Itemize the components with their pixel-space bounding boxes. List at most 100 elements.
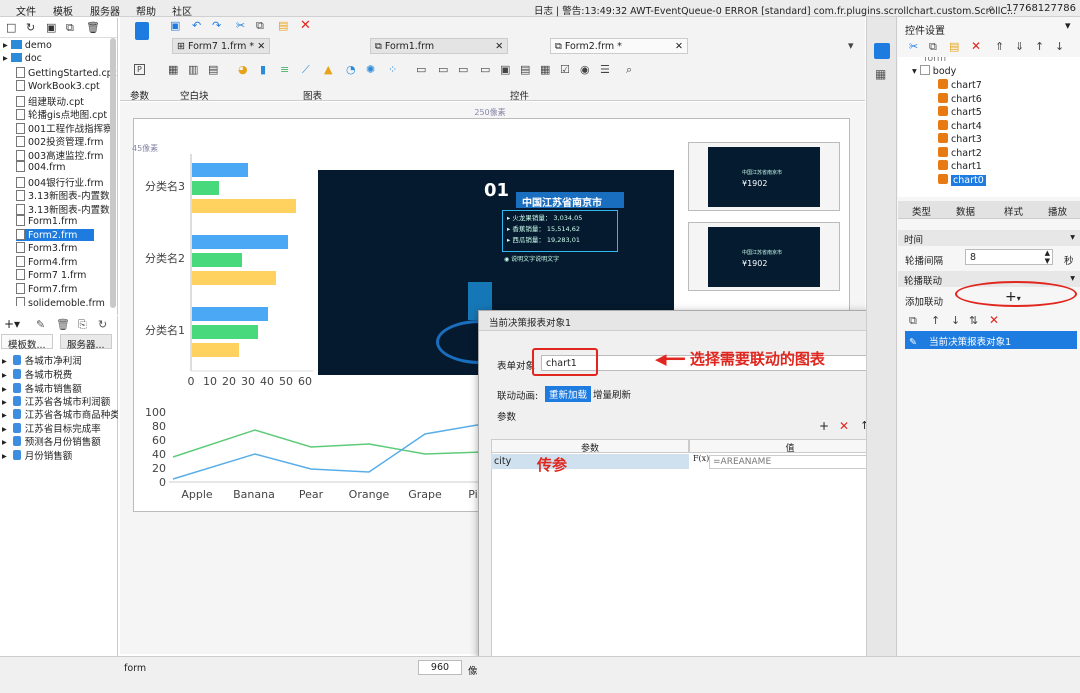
close-icon[interactable]: ✕ bbox=[675, 41, 683, 52]
bar-chart[interactable]: 分类名1 分类名2 分类名3 0 10 20 30 40 50 60 bbox=[133, 146, 316, 391]
line-chart[interactable]: 100806040200 Apple Banana Pear Orange Grape Pi bbox=[133, 402, 483, 512]
search-icon[interactable]: ⌕ bbox=[626, 63, 632, 77]
edit-icon[interactable]: ✎ bbox=[36, 318, 45, 331]
link-item[interactable]: ✎ 当前决策报表对象1 bbox=[905, 331, 1077, 349]
move-up-icon[interactable]: ↑ bbox=[931, 314, 940, 327]
close-icon[interactable]: ✕ bbox=[495, 41, 503, 52]
width-input[interactable]: 960 bbox=[418, 660, 462, 675]
sort-icon[interactable]: ⇅ bbox=[969, 314, 978, 327]
copy-icon[interactable]: ⧉ bbox=[66, 21, 74, 35]
bar-chart-icon[interactable]: ▮ bbox=[260, 63, 266, 76]
formula-icon[interactable]: F(x) bbox=[693, 454, 709, 463]
template-icon[interactable] bbox=[135, 22, 149, 40]
undo-icon[interactable]: ↶ bbox=[192, 19, 201, 32]
anim-reload-option[interactable]: 重新加载 bbox=[545, 386, 592, 402]
search-icon[interactable]: ⌕ bbox=[988, 1, 995, 16]
delete-icon[interactable]: 🗑 bbox=[56, 318, 70, 331]
move-up-icon[interactable]: ↑ bbox=[1035, 40, 1044, 53]
copy-icon[interactable]: ⧉ bbox=[256, 19, 264, 33]
layout-icon[interactable]: ▤ bbox=[208, 63, 218, 76]
dataset-item[interactable]: ▸ 月份销售额 bbox=[2, 448, 118, 462]
checkbox-icon[interactable]: ☑ bbox=[560, 63, 570, 76]
delete-icon[interactable]: ✕ bbox=[989, 313, 999, 327]
tree-item-body[interactable]: ▾ body bbox=[912, 65, 956, 77]
delete-icon[interactable]: ✕ bbox=[971, 39, 981, 53]
save-icon[interactable]: ▣ bbox=[170, 19, 180, 32]
tab-type[interactable]: 类型 bbox=[912, 204, 931, 218]
tree-item-chart6[interactable]: chart6 bbox=[938, 93, 982, 105]
dataset-item[interactable]: ▸ 江苏省各城市利润额 bbox=[2, 394, 118, 408]
copy-icon[interactable]: ⧉ bbox=[909, 314, 917, 328]
refresh-icon[interactable]: ↻ bbox=[26, 21, 35, 34]
tab-form1[interactable]: ⧉ Form1.frm ✕ bbox=[370, 38, 509, 54]
link-dialog[interactable]: 当前决策报表对象1 表单对象 chart1 ▾ ◀━━ 选择需要联动的图表 联动… bbox=[478, 310, 905, 680]
edit-icon[interactable]: ✎ bbox=[909, 337, 917, 348]
move-down-icon[interactable]: ↓ bbox=[1055, 40, 1064, 53]
tree-item-chart2[interactable]: chart2 bbox=[938, 147, 982, 159]
interval-stepper[interactable]: 8 ▲ ▼ bbox=[965, 249, 1053, 265]
add-icon[interactable]: + bbox=[819, 419, 829, 433]
param-widget-icon[interactable]: P bbox=[134, 64, 145, 75]
delete-icon[interactable]: 🗑 bbox=[86, 21, 100, 34]
tab-data[interactable]: 数据 bbox=[956, 204, 975, 218]
folder-demo[interactable]: ▸ demo bbox=[0, 40, 112, 53]
save-icon[interactable]: ▣ bbox=[46, 21, 56, 34]
param-cell[interactable]: city bbox=[491, 454, 689, 469]
log-status[interactable]: 日志 | 警告:13:49:32 AWT-EventQueue-0 ERROR … bbox=[534, 3, 1016, 17]
list-icon[interactable]: ▤ bbox=[520, 63, 530, 76]
user-phone[interactable]: 17768127786 bbox=[1006, 3, 1076, 14]
dataset-item[interactable]: ▸ 各城市净利润 bbox=[2, 353, 118, 367]
list-icon[interactable]: ☰ bbox=[600, 63, 610, 76]
tree-item-chart4[interactable]: chart4 bbox=[938, 120, 982, 132]
tab-server-data[interactable]: 服务器... bbox=[60, 334, 112, 351]
add-icon[interactable]: +▾ bbox=[4, 317, 20, 331]
radio-icon[interactable]: ◉ bbox=[580, 63, 590, 76]
tree-item-chart3[interactable]: chart3 bbox=[938, 133, 982, 145]
cut-icon[interactable]: ✂ bbox=[909, 40, 918, 53]
settings-icon[interactable] bbox=[874, 43, 890, 59]
area-chart-icon[interactable]: ▲ bbox=[324, 63, 332, 76]
pie-chart-icon[interactable]: ◕ bbox=[238, 63, 248, 76]
anim-incremental-option[interactable]: 增量刷新 bbox=[593, 387, 631, 401]
tab-menu-icon[interactable]: ▾ bbox=[848, 39, 854, 52]
tab-form7-1[interactable]: ⊞ Form7 1.frm * ✕ bbox=[172, 38, 271, 54]
move-top-icon[interactable]: ⇑ bbox=[995, 40, 1004, 53]
dataset-item[interactable]: ▸ 江苏省目标完成率 bbox=[2, 421, 118, 435]
menu-community[interactable]: 社区 bbox=[172, 3, 192, 18]
redo-icon[interactable]: ↷ bbox=[212, 19, 221, 32]
button-icon[interactable]: ▭ bbox=[458, 63, 468, 76]
menu-file[interactable]: 文件 bbox=[16, 3, 36, 18]
folder-doc[interactable]: ▸ doc bbox=[0, 53, 112, 66]
scrollbar[interactable] bbox=[110, 38, 116, 308]
preview-icon[interactable]: ⎘ bbox=[78, 318, 87, 332]
tab-style[interactable]: 样式 bbox=[1004, 204, 1023, 218]
chart-thumbnail[interactable]: 中国江苏省南京市 ¥1902 bbox=[688, 142, 840, 211]
menu-template[interactable]: 模板 bbox=[53, 3, 73, 18]
tree-item-chart5[interactable]: chart5 bbox=[938, 106, 982, 118]
combo-icon[interactable]: ▭ bbox=[480, 63, 490, 76]
map-chart-icon[interactable]: ✺ bbox=[366, 63, 375, 76]
layout-icon[interactable]: ▦ bbox=[168, 63, 178, 76]
section-time[interactable]: 时间 ▾ bbox=[898, 230, 1080, 246]
paste-icon[interactable]: ▤ bbox=[278, 19, 288, 32]
paste-icon[interactable]: ▤ bbox=[949, 40, 959, 53]
date-icon[interactable]: ▣ bbox=[500, 63, 510, 76]
menu-help[interactable]: 帮助 bbox=[136, 3, 156, 18]
scatter-chart-icon[interactable]: ⁘ bbox=[388, 63, 397, 76]
tab-form2[interactable]: ⧉ Form2.frm * ✕ bbox=[550, 38, 688, 54]
textbox-icon[interactable]: ▭ bbox=[416, 63, 426, 76]
close-icon[interactable]: ✕ bbox=[257, 41, 265, 52]
refresh-icon[interactable]: ↻ bbox=[98, 318, 107, 331]
tree-icon[interactable]: ▦ bbox=[540, 63, 550, 76]
delete-icon[interactable]: ✕ bbox=[300, 18, 311, 33]
chart-thumbnail[interactable]: 中国江苏省南京市 ¥1902 bbox=[688, 222, 840, 291]
tree-item-chart1[interactable]: chart1 bbox=[938, 160, 982, 172]
move-bottom-icon[interactable]: ⇓ bbox=[1015, 40, 1024, 53]
new-file-icon[interactable]: □ bbox=[6, 21, 16, 34]
gauge-chart-icon[interactable]: ◔ bbox=[346, 63, 356, 76]
stepper-arrows-icon[interactable]: ▲ ▼ bbox=[1045, 249, 1050, 265]
cut-icon[interactable]: ✂ bbox=[236, 19, 245, 32]
move-down-icon[interactable]: ↓ bbox=[951, 314, 960, 327]
delete-icon[interactable]: ✕ bbox=[839, 419, 849, 433]
component-icon[interactable]: ▦ bbox=[875, 67, 886, 81]
